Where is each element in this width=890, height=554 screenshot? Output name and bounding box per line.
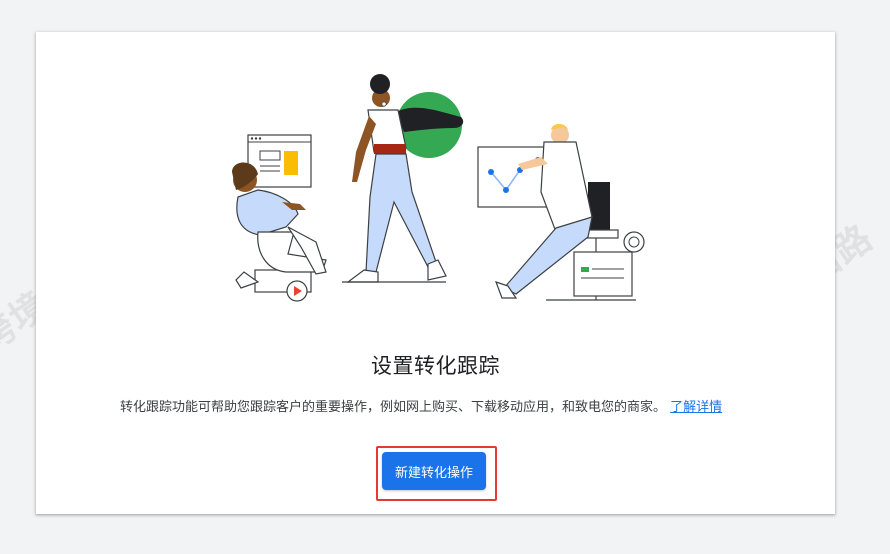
description-text: 转化跟踪功能可帮助您跟踪客户的重要操作，例如网上购买、下载移动应用，和致电您的商…: [120, 398, 760, 418]
conversion-illustration: [232, 74, 645, 302]
new-conversion-action-button[interactable]: 新建转化操作: [382, 452, 486, 490]
page-title: 设置转化跟踪: [371, 354, 500, 378]
right-person-figure: [477, 124, 645, 301]
conversion-setup-card: 设置转化跟踪 转化跟踪功能可帮助您跟踪客户的重要操作，例如网上购买、下载移动应用…: [36, 32, 835, 514]
learn-more-link[interactable]: 了解详情: [670, 400, 722, 415]
middle-person-figure: [342, 74, 464, 283]
left-person-figure: [232, 134, 327, 302]
description-body: 转化跟踪功能可帮助您跟踪客户的重要操作，例如网上购买、下载移动应用，和致电您的商…: [120, 400, 667, 415]
